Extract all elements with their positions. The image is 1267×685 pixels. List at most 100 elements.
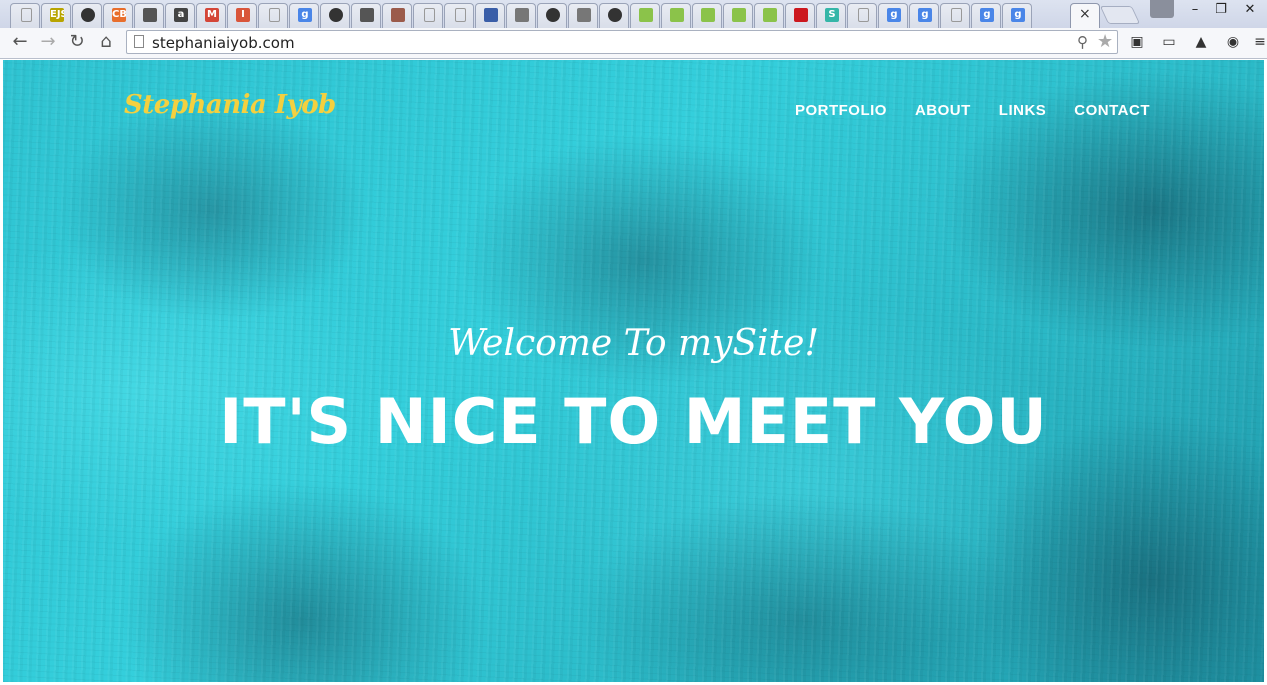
tab[interactable] [692,3,722,28]
tab[interactable] [134,3,164,28]
site-nav: PORTFOLIO ABOUT LINKS CONTACT [795,102,1150,119]
ejs-icon: EJS [50,8,64,22]
tab[interactable] [382,3,412,28]
tab[interactable] [475,3,505,28]
extension-reader-icon[interactable]: ▣ [1128,33,1146,51]
github-icon [81,8,95,22]
tab[interactable] [258,3,288,28]
hand-icon [515,8,529,22]
site-logo[interactable]: Stephania Iyob [124,90,336,120]
tab[interactable] [320,3,350,28]
google-icon: g [1011,8,1025,22]
restore-icon[interactable]: ❐ [1210,0,1232,20]
tab[interactable] [599,3,629,28]
photo-icon [391,8,405,22]
reload-icon[interactable]: ↻ [66,31,88,53]
google-icon: g [298,8,312,22]
tab[interactable] [10,3,40,28]
tab-strip: EJS CB a M Ig Sg g g g × – ❐ ✕ [0,0,1267,28]
github-icon [329,8,343,22]
blank-page-icon [424,8,435,22]
a-icon: a [174,8,188,22]
google-icon: g [918,8,932,22]
youtube-icon [794,8,808,22]
tab[interactable]: g [971,3,1001,28]
blank-page-icon [21,8,32,22]
tab[interactable]: g [1002,3,1032,28]
extension-globe-icon[interactable]: ◉ [1224,33,1242,51]
browser-window: EJS CB a M Ig Sg g g g × – ❐ ✕ ← → ↻ ⌂ stephania… [0,0,1267,685]
tab[interactable] [754,3,784,28]
m-icon [360,8,374,22]
blank-page-icon [951,8,962,22]
minimize-icon[interactable]: – [1184,0,1206,20]
tab-active[interactable]: × [1070,3,1100,28]
codeschool-icon [639,8,653,22]
cb-icon: CB [112,8,126,22]
close-tab-icon[interactable]: × [1079,6,1091,22]
codeschool-icon [670,8,684,22]
tab[interactable] [506,3,536,28]
close-window-icon[interactable]: ✕ [1238,0,1262,20]
ls-icon [577,8,591,22]
tab[interactable] [568,3,598,28]
hero-title: IT'S NICE TO MEET YOU [219,385,1048,458]
tab[interactable] [537,3,567,28]
tab[interactable] [444,3,474,28]
tab[interactable] [630,3,660,28]
i-icon: I [236,8,250,22]
blank-page-icon [858,8,869,22]
tab[interactable] [413,3,443,28]
tab[interactable]: M [196,3,226,28]
codeschool-icon [732,8,746,22]
google-icon: g [980,8,994,22]
tab[interactable] [351,3,381,28]
google-icon: g [887,8,901,22]
home-icon[interactable]: ⌂ [95,31,117,53]
hero-subtitle: Welcome To mySite! [448,323,819,364]
user-profile-icon[interactable] [1150,0,1174,18]
angular-extension-icon[interactable]: ▲ [1192,33,1210,51]
nav-about[interactable]: ABOUT [915,102,971,119]
bookmark-star-icon[interactable]: ★ [1097,31,1113,52]
tab[interactable]: S [816,3,846,28]
forward-icon[interactable]: → [37,31,59,53]
s-icon: S [825,8,839,22]
tab[interactable] [723,3,753,28]
page-icon [134,35,144,48]
tab[interactable] [661,3,691,28]
codeschool-icon [701,8,715,22]
new-tab-button[interactable] [1099,6,1141,24]
tab[interactable]: CB [103,3,133,28]
github-icon [546,8,560,22]
menu-icon[interactable]: ≡ [1251,33,1267,51]
glasses-icon [143,8,157,22]
tab[interactable]: g [289,3,319,28]
tab[interactable] [847,3,877,28]
tab[interactable]: g [909,3,939,28]
search-icon[interactable]: ⚲ [1077,33,1088,51]
nav-portfolio[interactable]: PORTFOLIO [795,102,887,119]
page-content: Stephania Iyob PORTFOLIO ABOUT LINKS CON… [3,60,1264,682]
back-icon[interactable]: ← [9,31,31,53]
address-bar[interactable]: stephaniaiyob.com ⚲ ★ [126,30,1118,54]
tab[interactable]: I [227,3,257,28]
cast-icon[interactable]: ▭ [1160,33,1178,51]
texture-background [3,60,1264,682]
nav-contact[interactable]: CONTACT [1074,102,1150,119]
nav-links[interactable]: LINKS [999,102,1047,119]
tab[interactable] [72,3,102,28]
tab[interactable]: EJS [41,3,71,28]
tab[interactable] [940,3,970,28]
blank-page-icon [269,8,280,22]
vmware-icon [484,8,498,22]
browser-toolbar: ← → ↻ ⌂ stephaniaiyob.com ⚲ ★ [0,28,1267,59]
tab[interactable]: g [878,3,908,28]
tab[interactable]: a [165,3,195,28]
tab[interactable] [785,3,815,28]
github-icon [608,8,622,22]
gmail-icon: M [205,8,219,22]
codeschool-icon [763,8,777,22]
url-text[interactable]: stephaniaiyob.com [152,34,295,52]
blank-page-icon [455,8,466,22]
